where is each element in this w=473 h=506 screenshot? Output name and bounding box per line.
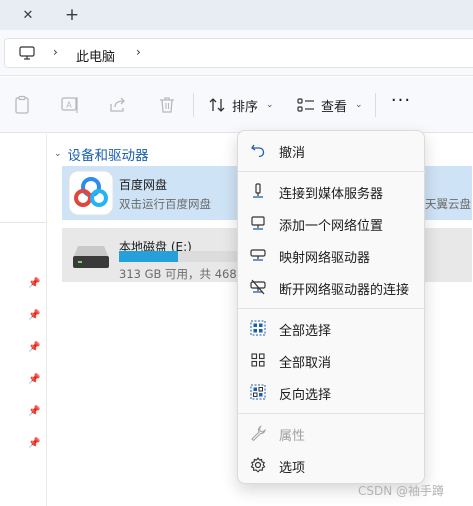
undo-icon [251, 144, 265, 158]
svg-text:A: A [66, 101, 72, 110]
more-options-button[interactable]: ··· [390, 92, 412, 115]
menu-item-label: 映射网络驱动器 [279, 251, 371, 266]
menu-item-properties[interactable]: 属性 [242, 418, 422, 448]
map-drive-icon [250, 249, 266, 261]
menu-item-label: 连接到媒体服务器 [279, 187, 384, 202]
paste-icon[interactable] [12, 95, 32, 115]
pin-icon[interactable]: 📌 [28, 310, 40, 322]
chevron-right-icon[interactable]: › [136, 45, 141, 59]
menu-item-label: 属性 [279, 429, 306, 444]
close-icon[interactable]: ✕ [18, 5, 38, 25]
menu-item-select-none[interactable]: 全部取消 [242, 345, 422, 375]
pin-icon[interactable]: 📌 [28, 278, 40, 290]
menu-item-label: 全部选择 [279, 324, 332, 339]
tab-strip: ✕ + [0, 0, 473, 30]
baidu-netdisk-icon [68, 170, 114, 216]
menu-item-label: 全部取消 [279, 356, 332, 371]
section-title: 设备和驱动器 [67, 148, 149, 164]
menu-separator [238, 308, 426, 309]
menu-item-add-network-location[interactable]: 添加一个网络位置 [242, 208, 422, 238]
drive-name: 百度网盘 [119, 178, 168, 192]
chevron-down-icon: ⌄ [54, 149, 62, 159]
menu-separator [238, 171, 426, 172]
wrench-icon [251, 425, 266, 441]
select-none-icon [251, 353, 265, 367]
rename-icon[interactable]: A [60, 95, 80, 115]
breadcrumb-this-pc[interactable]: 此电脑 [76, 46, 115, 65]
menu-item-label: 撤消 [279, 146, 306, 161]
toolbar-divider [193, 93, 194, 117]
share-icon[interactable] [108, 95, 128, 115]
sort-arrows-icon [209, 98, 225, 112]
view-button[interactable]: 查看 ⌄ [297, 95, 363, 115]
select-all-icon [250, 320, 266, 336]
pin-icon[interactable]: 📌 [28, 406, 40, 418]
new-tab-plus-icon[interactable]: + [62, 5, 82, 25]
menu-item-map-drive[interactable]: 映射网络驱动器 [242, 240, 422, 270]
sort-button[interactable]: 排序 ⌄ [208, 95, 274, 115]
disconnect-drive-icon [250, 279, 266, 295]
storage-bar-fill [119, 251, 179, 262]
monitor-icon[interactable] [19, 46, 35, 60]
menu-item-connect-media-server[interactable]: 连接到媒体服务器 [242, 176, 422, 206]
context-menu: 撤消 连接到媒体服务器 添加一个网络位置 映射网络驱动器 断开网络驱动器的连接 … [237, 130, 426, 484]
chevron-down-icon: ⌄ [266, 100, 274, 110]
gear-icon [250, 457, 266, 473]
toolbar-divider [375, 93, 376, 117]
menu-item-label: 添加一个网络位置 [279, 219, 384, 234]
menu-item-select-all[interactable]: 全部选择 [242, 313, 422, 343]
media-server-icon [253, 183, 263, 198]
menu-item-label: 反向选择 [279, 388, 332, 403]
chevron-down-icon: ⌄ [355, 100, 363, 110]
sort-label: 排序 [232, 99, 259, 115]
hard-drive-icon [73, 246, 109, 268]
tab-this-pc[interactable]: ✕ [0, 0, 52, 30]
menu-item-options[interactable]: 选项 [242, 450, 422, 480]
menu-item-label: 选项 [279, 461, 306, 476]
view-list-icon [297, 98, 314, 112]
pin-icon[interactable]: 📌 [28, 342, 40, 354]
menu-separator [238, 413, 426, 414]
pin-icon[interactable]: 📌 [28, 374, 40, 386]
drive-subtitle: 双击运行百度网盘 [119, 197, 211, 211]
drive-subtitle-partial: 天翼云盘 [425, 197, 471, 211]
menu-item-disconnect-drive[interactable]: 断开网络驱动器的连接 [242, 272, 422, 302]
menu-item-label: 断开网络驱动器的连接 [279, 283, 410, 298]
address-bar: › 此电脑 › [0, 30, 473, 76]
trash-icon[interactable] [157, 95, 177, 115]
network-location-icon [251, 216, 265, 230]
chevron-right-icon[interactable]: › [53, 45, 58, 59]
view-label: 查看 [321, 99, 348, 115]
menu-item-undo[interactable]: 撤消 [242, 135, 422, 165]
invert-selection-icon [250, 384, 266, 400]
breadcrumb[interactable]: › 此电脑 › [4, 38, 473, 68]
section-header-devices[interactable]: ⌄ 设备和驱动器 [54, 144, 149, 164]
pin-icon[interactable]: 📌 [28, 438, 40, 450]
watermark: CSDN @袖手蹲 [358, 484, 445, 498]
command-bar: A 排序 ⌄ 查看 ⌄ ··· [0, 77, 473, 133]
navigation-pane: 📌 📌 📌 📌 📌 📌 [0, 134, 47, 506]
nav-divider [0, 222, 47, 223]
menu-item-invert-selection[interactable]: 反向选择 [242, 377, 422, 407]
